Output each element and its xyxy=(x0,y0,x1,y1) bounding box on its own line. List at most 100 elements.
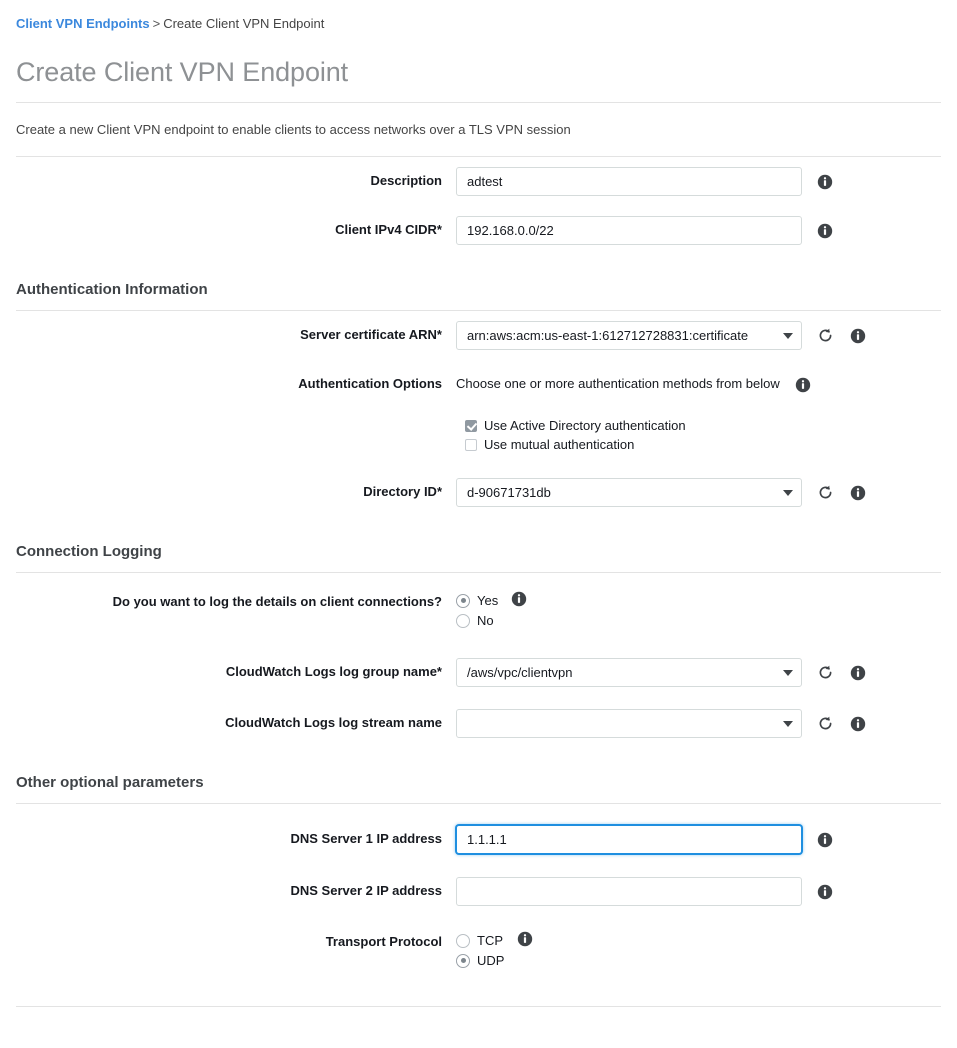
info-icon[interactable] xyxy=(850,716,866,732)
log-group-name-select[interactable]: /aws/vpc/clientvpn xyxy=(456,658,802,687)
log-group-info-slot xyxy=(848,658,868,687)
log-connections-info-slot xyxy=(509,590,529,608)
log-connections-yes-label: Yes xyxy=(477,593,499,608)
transport-udp-label: UDP xyxy=(477,953,505,968)
control-transport-protocol: TCP UDP xyxy=(456,930,535,968)
breadcrumb: Client VPN Endpoints > Create Client VPN E… xyxy=(16,0,941,32)
row-server-certificate-arn: Server certificate ARN* arn:aws:acm:us-e… xyxy=(16,311,941,360)
row-log-connections-question: Do you want to log the details on client… xyxy=(16,573,941,638)
server-certificate-arn-select[interactable]: arn:aws:acm:us-east-1:612712728831:certi… xyxy=(456,321,802,350)
label-server-certificate-arn: Server certificate ARN* xyxy=(300,327,442,342)
authentication-options-info-slot xyxy=(793,370,813,399)
transport-tcp-radio[interactable] xyxy=(456,933,470,948)
dns-server-1-info-slot xyxy=(815,825,835,854)
description-input[interactable] xyxy=(456,167,802,196)
label-log-group-name: CloudWatch Logs log group name* xyxy=(225,664,442,679)
row-log-stream-name: CloudWatch Logs log stream name xyxy=(16,697,941,748)
label-dns-server-1: DNS Server 1 IP address xyxy=(290,831,442,846)
control-description xyxy=(456,167,835,196)
control-authentication-options: Choose one or more authentication method… xyxy=(456,370,813,453)
section-heading-authentication: Authentication Information xyxy=(16,281,208,298)
directory-id-select[interactable]: d-90671731db xyxy=(456,478,802,507)
control-log-group-name: /aws/vpc/clientvpn xyxy=(456,658,868,687)
log-connections-yes-radio[interactable] xyxy=(456,593,470,608)
control-log-connections-question: Yes No xyxy=(456,590,529,628)
row-directory-id: Directory ID* d-90671731db xyxy=(16,463,941,517)
page-title: Create Client VPN Endpoint xyxy=(16,57,349,87)
checkbox-row-mutual-authentication[interactable]: Use mutual authentication xyxy=(465,437,686,453)
chevron-down-icon xyxy=(783,489,793,496)
label-transport-protocol: Transport Protocol xyxy=(325,934,442,949)
dns-server-2-info-slot xyxy=(815,877,835,906)
log-stream-info-slot xyxy=(848,709,868,738)
transport-protocol-info-slot xyxy=(515,930,535,948)
footer-divider xyxy=(16,1006,941,1007)
info-icon[interactable] xyxy=(817,884,833,900)
server-certificate-info-slot xyxy=(848,321,868,350)
breadcrumb-link-client-vpn-endpoints[interactable]: Client VPN Endpoints xyxy=(16,16,150,31)
log-group-name-value: /aws/vpc/clientvpn xyxy=(467,664,573,680)
info-icon[interactable] xyxy=(850,328,866,344)
refresh-icon[interactable] xyxy=(817,715,834,732)
checkbox-row-active-directory[interactable]: Use Active Directory authentication xyxy=(465,418,686,434)
refresh-icon[interactable] xyxy=(817,484,834,501)
info-icon[interactable] xyxy=(817,832,833,848)
transport-tcp-label: TCP xyxy=(477,933,503,948)
log-stream-name-select[interactable] xyxy=(456,709,802,738)
create-client-vpn-endpoint-page: Client VPN Endpoints > Create Client VPN E… xyxy=(0,0,957,1007)
refresh-icon[interactable] xyxy=(817,664,834,681)
label-authentication-options: Authentication Options xyxy=(298,376,442,391)
directory-id-value: d-90671731db xyxy=(467,484,551,500)
row-client-ipv4-cidr: Client IPv4 CIDR* xyxy=(16,206,941,255)
control-dns-server-1 xyxy=(456,825,835,854)
log-connections-no-label: No xyxy=(477,613,494,628)
breadcrumb-separator: > xyxy=(152,16,161,31)
radio-row-udp[interactable]: UDP xyxy=(456,953,504,968)
info-icon[interactable] xyxy=(795,377,811,393)
chevron-down-icon xyxy=(783,669,793,676)
control-server-certificate-arn: arn:aws:acm:us-east-1:612712728831:certi… xyxy=(456,321,868,350)
log-connections-no-radio[interactable] xyxy=(456,613,470,628)
info-icon[interactable] xyxy=(817,223,833,239)
control-directory-id: d-90671731db xyxy=(456,478,868,507)
dns-server-2-input[interactable] xyxy=(456,877,802,906)
label-log-stream-name: CloudWatch Logs log stream name xyxy=(225,715,442,730)
chevron-down-icon xyxy=(783,720,793,727)
row-authentication-options: Authentication Options Choose one or mor… xyxy=(16,360,941,463)
row-log-group-name: CloudWatch Logs log group name* /aws/vpc… xyxy=(16,638,941,697)
info-icon[interactable] xyxy=(517,931,533,947)
info-icon[interactable] xyxy=(850,485,866,501)
chevron-down-icon xyxy=(783,332,793,339)
control-dns-server-2 xyxy=(456,877,835,906)
use-mutual-authentication-checkbox[interactable] xyxy=(465,439,477,451)
radio-row-log-no[interactable]: No xyxy=(456,613,498,628)
transport-udp-radio[interactable] xyxy=(456,953,470,968)
label-log-connections-question: Do you want to log the details on client… xyxy=(112,594,442,609)
info-icon[interactable] xyxy=(817,174,833,190)
refresh-icon[interactable] xyxy=(817,327,834,344)
dns-server-1-input[interactable] xyxy=(456,825,802,854)
control-log-stream-name xyxy=(456,709,868,738)
row-description: Description xyxy=(16,157,941,206)
authentication-options-list: Use Active Directory authentication Use … xyxy=(456,399,686,453)
section-heading-other-optional-parameters: Other optional parameters xyxy=(16,774,204,791)
client-ipv4-cidr-input[interactable] xyxy=(456,216,802,245)
cidr-info-slot xyxy=(815,216,835,245)
section-heading-connection-logging: Connection Logging xyxy=(16,543,162,560)
server-certificate-arn-value: arn:aws:acm:us-east-1:612712728831:certi… xyxy=(467,327,749,343)
radio-row-tcp[interactable]: TCP xyxy=(456,933,504,948)
radio-row-log-yes[interactable]: Yes xyxy=(456,593,498,608)
row-dns-server-1: DNS Server 1 IP address xyxy=(16,804,941,864)
page-intro: Create a new Client VPN endpoint to enab… xyxy=(16,122,571,137)
label-directory-id: Directory ID* xyxy=(363,484,442,499)
directory-id-refresh-slot xyxy=(815,478,835,507)
info-icon[interactable] xyxy=(850,665,866,681)
info-icon[interactable] xyxy=(511,591,527,607)
use-active-directory-label: Use Active Directory authentication xyxy=(484,418,686,433)
use-active-directory-checkbox[interactable] xyxy=(465,420,477,432)
label-description: Description xyxy=(370,173,442,188)
description-info-slot xyxy=(815,167,835,196)
transport-protocol-radio-group: TCP UDP xyxy=(456,930,504,968)
control-client-ipv4-cidr xyxy=(456,216,835,245)
label-client-ipv4-cidr: Client IPv4 CIDR* xyxy=(335,222,442,237)
